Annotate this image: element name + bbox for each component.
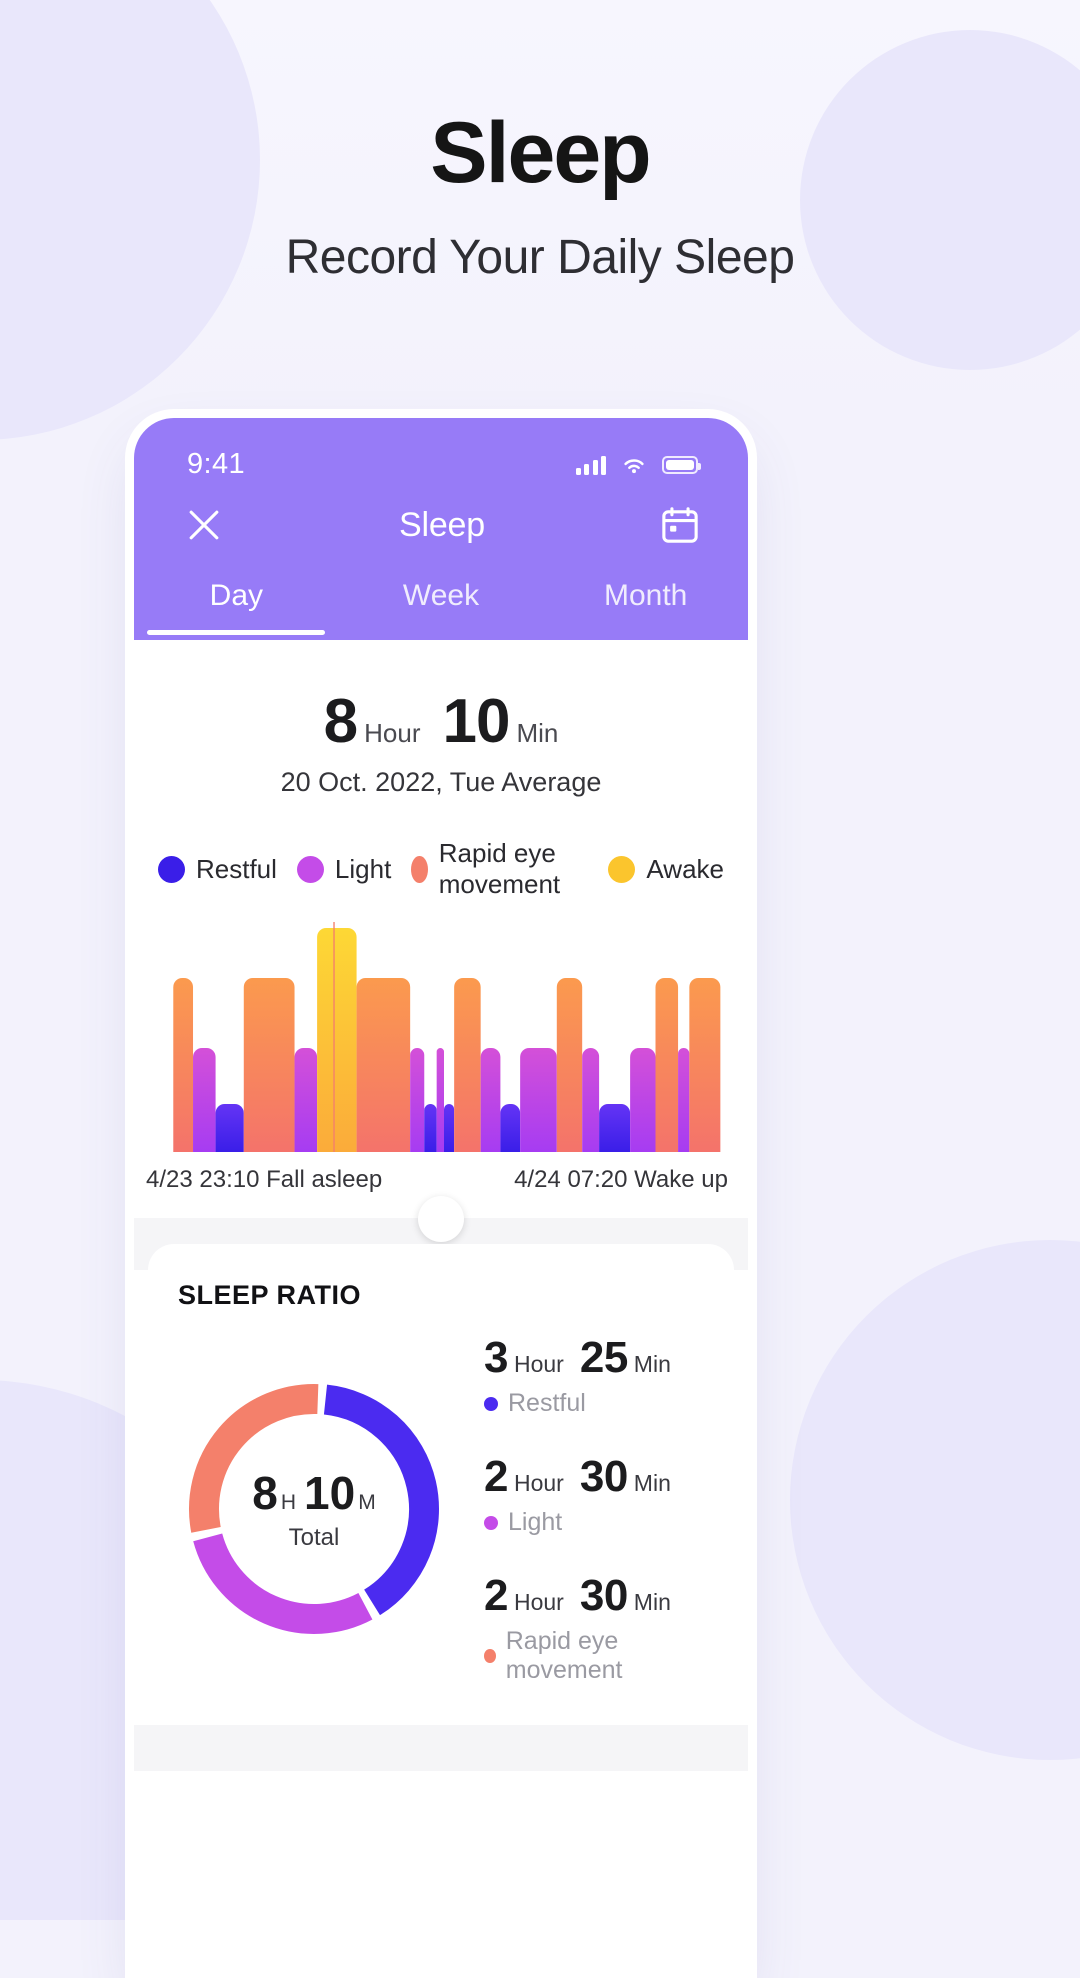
stat-hours: 2 xyxy=(484,1571,508,1620)
stat-hours: 2 xyxy=(484,1452,508,1501)
stat-swatch xyxy=(484,1515,498,1530)
hypnogram-segment xyxy=(356,978,411,1152)
signal-bars-icon xyxy=(575,455,606,475)
nav-title: Sleep xyxy=(399,505,485,544)
nav-bar: Sleep xyxy=(134,481,748,547)
stat-hours-unit: Hour xyxy=(513,1351,564,1377)
stat-minutes: 30 xyxy=(579,1452,628,1501)
sleep-ratio-card: SLEEP RATIO 8 H 10 M Total 3 Hour 25 Min… xyxy=(148,1244,734,1725)
summary-hours-unit: Hour xyxy=(364,718,421,748)
donut-center-label: 8 H 10 M Total xyxy=(178,1373,450,1645)
app-header: 9:41 Sleep Day Week Month xyxy=(134,418,748,640)
summary-minutes: 10 xyxy=(442,687,510,756)
legend-swatch xyxy=(296,855,324,883)
summary-hours: 8 xyxy=(323,687,358,756)
hypnogram-segment xyxy=(599,1104,631,1152)
summary-minutes-unit: Min xyxy=(516,718,559,748)
legend-item-light: Light xyxy=(296,853,392,885)
hypnogram-segment xyxy=(630,1048,656,1152)
summary-meta: 20 Oct. 2022, Tue Average xyxy=(280,767,602,797)
legend-item-awake: Awake xyxy=(608,854,724,885)
calendar-icon[interactable] xyxy=(658,503,702,547)
legend-label: Restful xyxy=(196,853,277,884)
hypnogram-segment xyxy=(678,1048,690,1152)
stat-hours-unit: Hour xyxy=(513,1589,564,1615)
legend-label: Rapid eye movement xyxy=(438,838,561,899)
hypnogram-segment xyxy=(689,978,721,1152)
stat-minutes-unit: Min xyxy=(633,1589,671,1615)
legend-swatch xyxy=(158,855,185,883)
stat-minutes-unit: Min xyxy=(633,1470,671,1496)
donut-minutes: 10 xyxy=(304,1467,356,1519)
donut-caption: Total xyxy=(288,1524,340,1551)
stat-label: Light xyxy=(508,1508,563,1536)
stat-rem: 2 Hour 30 Min Rapid eye movement xyxy=(484,1571,704,1685)
tab-month[interactable]: Month xyxy=(543,579,748,635)
stat-restful: 3 Hour 25 Min Restful xyxy=(484,1333,704,1418)
chart-legend: Restful Light Rapid eye movement Awake xyxy=(134,838,748,900)
hypnogram-segment xyxy=(294,1048,318,1152)
hypnogram-segment xyxy=(520,1048,557,1152)
hypnogram-axis: 4/23 23:10 Fall asleep 4/24 07:20 Wake u… xyxy=(134,1152,748,1194)
page-subtitle: Record Your Daily Sleep xyxy=(285,231,795,284)
legend-swatch xyxy=(608,855,636,883)
wifi-icon xyxy=(624,458,644,473)
donut-minutes-unit: M xyxy=(358,1491,376,1514)
stat-label: Rapid eye movement xyxy=(505,1627,623,1684)
donut-hours: 8 xyxy=(252,1467,278,1519)
sleep-summary: 8 Hour 10 Min 20 Oct. 2022, Tue Average xyxy=(134,640,748,798)
hero-section: Sleep Record Your Daily Sleep xyxy=(0,110,1080,285)
hypnogram-segment xyxy=(582,1048,600,1152)
stat-swatch xyxy=(484,1396,498,1411)
phone-mockup: 9:41 Sleep Day Week Month 8 Hour 10 Min … xyxy=(134,418,748,1978)
status-time: 9:41 xyxy=(187,448,246,480)
axis-label-end: 4/24 07:20 Wake up xyxy=(514,1166,728,1193)
hypnogram-segment xyxy=(173,978,194,1152)
page-title: Sleep xyxy=(430,105,651,201)
drag-handle[interactable] xyxy=(418,1196,464,1242)
close-icon[interactable] xyxy=(182,503,226,547)
legend-label: Light xyxy=(334,853,392,884)
hypnogram-segment xyxy=(443,1104,455,1152)
hypnogram-segment xyxy=(500,1104,521,1152)
stat-hours-unit: Hour xyxy=(513,1470,564,1496)
sleep-ratio-title: SLEEP RATIO xyxy=(178,1280,362,1310)
hypnogram-segment xyxy=(243,978,295,1152)
sleep-ratio-stats: 3 Hour 25 Min Restful 2 Hour 30 Min Ligh… xyxy=(450,1333,704,1685)
stat-label: Restful xyxy=(508,1389,586,1417)
hypnogram-segment xyxy=(215,1104,244,1152)
hypnogram-segment xyxy=(410,1048,425,1152)
card-footer-spacer xyxy=(134,1725,748,1771)
hypnogram-segment xyxy=(655,978,679,1152)
status-bar: 9:41 xyxy=(134,418,748,481)
stat-light: 2 Hour 30 Min Light xyxy=(484,1452,704,1537)
background-blob xyxy=(790,1240,1080,1760)
stat-minutes: 30 xyxy=(579,1571,628,1620)
stat-hours: 3 xyxy=(484,1333,508,1382)
hypnogram-segment xyxy=(436,1048,444,1152)
stat-swatch xyxy=(484,1649,496,1663)
legend-swatch xyxy=(411,855,428,883)
hypnogram-segment xyxy=(480,1048,501,1152)
hypnogram-segment xyxy=(556,978,583,1152)
hypnogram-chart[interactable] xyxy=(134,922,748,1152)
tab-bar: Day Week Month xyxy=(134,579,748,635)
legend-label: Awake xyxy=(646,853,724,884)
tab-day[interactable]: Day xyxy=(134,579,339,635)
hypnogram-segment xyxy=(424,1104,437,1152)
legend-item-restful: Restful xyxy=(158,854,277,885)
stat-minutes: 25 xyxy=(579,1333,628,1382)
legend-item-rem: Rapid eye movement xyxy=(411,838,588,900)
stat-minutes-unit: Min xyxy=(633,1351,671,1377)
axis-label-start: 4/23 23:10 Fall asleep xyxy=(146,1166,383,1193)
donut-hours-unit: H xyxy=(280,1491,297,1514)
hypnogram-segment xyxy=(193,1048,216,1152)
hypnogram-segment xyxy=(317,928,357,1152)
tab-week[interactable]: Week xyxy=(339,579,544,635)
sleep-ratio-donut[interactable]: 8 H 10 M Total xyxy=(178,1373,450,1645)
battery-icon xyxy=(662,455,701,474)
hypnogram-segment xyxy=(454,978,481,1152)
